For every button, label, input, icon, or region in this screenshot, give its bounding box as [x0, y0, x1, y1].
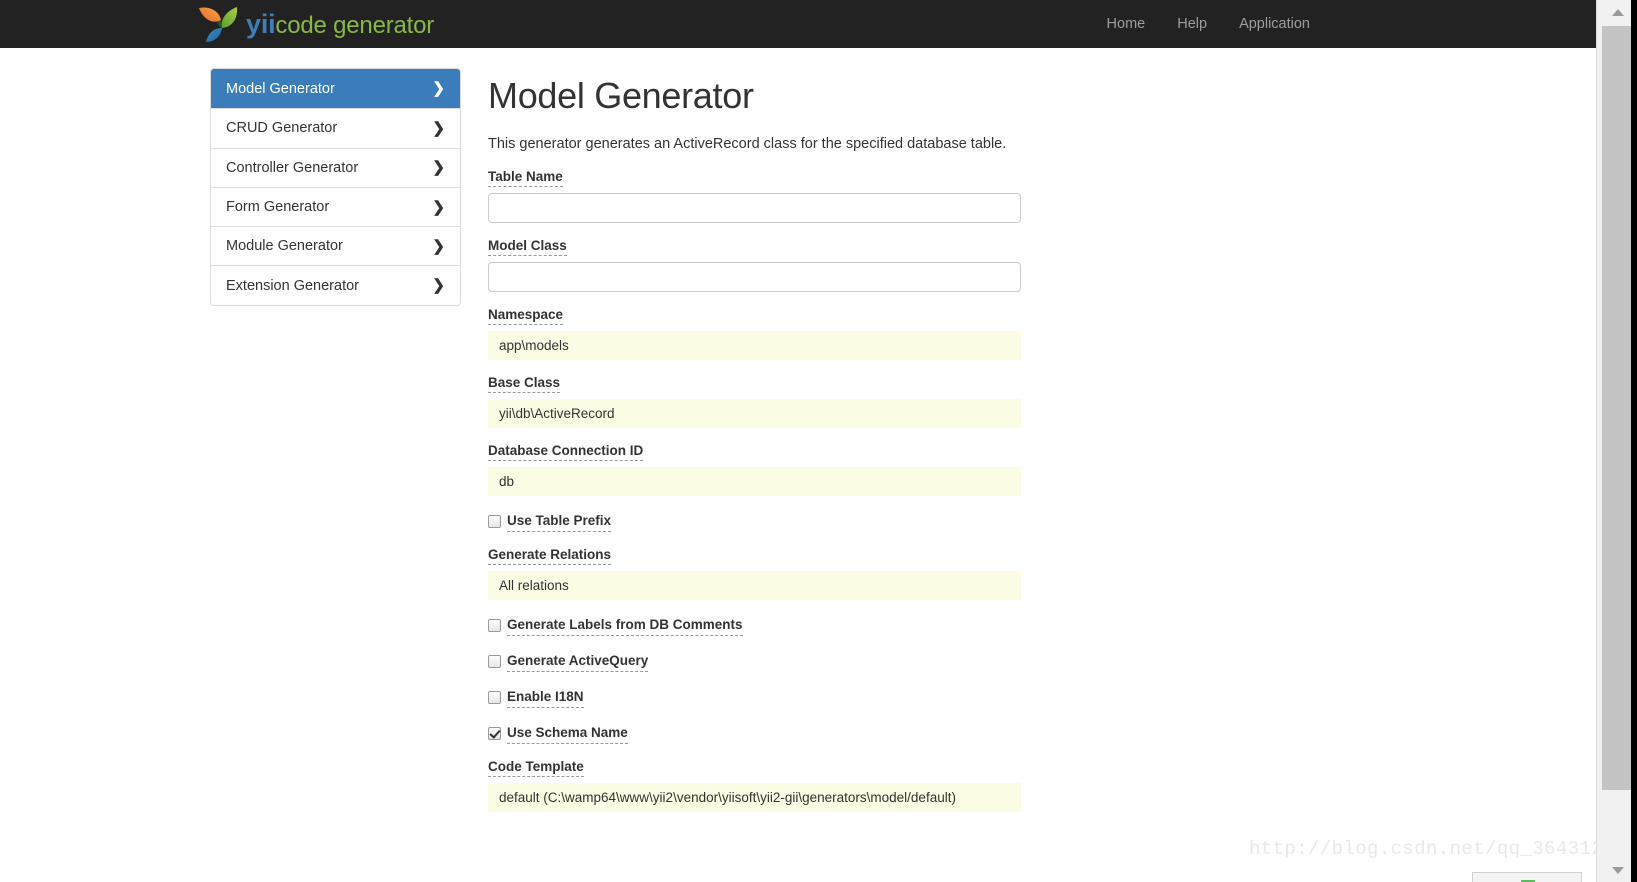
checkbox-row-use-table-prefix: Use Table Prefix	[488, 513, 1021, 532]
db-connection-id-input[interactable]	[488, 467, 1021, 496]
generate-activequery-checkbox[interactable]	[488, 655, 501, 668]
browser-page: yiicode generator Home Help Application …	[0, 0, 1637, 882]
sidebar-item-label: Controller Generator	[226, 159, 359, 176]
generate-labels-db-comments-checkbox[interactable]	[488, 619, 501, 632]
nav-link-help[interactable]: Help	[1161, 0, 1223, 48]
code-template-select[interactable]	[488, 783, 1021, 812]
chevron-right-icon: ❯	[432, 119, 445, 137]
brand-text: yiicode generator	[246, 8, 435, 39]
nav-link-home[interactable]: Home	[1091, 0, 1162, 48]
field-group-code-template: Code Template	[488, 758, 1021, 812]
arrow-up-icon	[1611, 8, 1624, 16]
sidebar-item-label: Form Generator	[226, 199, 330, 216]
namespace-input[interactable]	[488, 331, 1021, 360]
field-group-base-class: Base Class	[488, 374, 1021, 428]
field-group-model-class: Model Class	[488, 237, 1021, 292]
checkbox-row-generate-activequery: Generate ActiveQuery	[488, 653, 1021, 672]
sidebar-item-extension-generator[interactable]: Extension Generator ❯	[211, 265, 460, 305]
field-group-generate-relations: Generate Relations	[488, 546, 1021, 600]
sidebar-item-label: CRUD Generator	[226, 120, 338, 137]
chevron-right-icon: ❯	[432, 198, 445, 216]
nav-link-application[interactable]: Application	[1223, 0, 1326, 48]
label-use-table-prefix: Use Table Prefix	[507, 513, 612, 532]
chevron-right-icon: ❯	[432, 237, 445, 255]
table-name-input[interactable]	[488, 193, 1021, 223]
generator-form-panel: Model Generator This generator generates…	[488, 74, 1021, 812]
field-group-table-name: Table Name	[488, 168, 1021, 223]
label-code-template: Code Template	[488, 758, 584, 777]
yii-butterfly-logo-icon	[199, 7, 238, 42]
label-table-name: Table Name	[488, 168, 563, 187]
brand-tagline: code generator	[275, 11, 435, 39]
use-schema-name-checkbox[interactable]	[488, 727, 501, 740]
label-use-schema-name: Use Schema Name	[507, 725, 628, 744]
chevron-right-icon: ❯	[432, 277, 445, 295]
scrollbar-thumb[interactable]	[1602, 26, 1634, 790]
label-generate-labels-db-comments: Generate Labels from DB Comments	[507, 617, 743, 636]
sidebar-item-label: Extension Generator	[226, 277, 359, 294]
sidebar-item-label: Module Generator	[226, 238, 343, 255]
arrow-down-icon	[1611, 866, 1624, 874]
field-group-namespace: Namespace	[488, 306, 1021, 360]
navbar-links: Home Help Application	[1091, 0, 1326, 48]
checkbox-row-use-schema-name: Use Schema Name	[488, 725, 1021, 744]
checkbox-row-generate-labels-db-comments: Generate Labels from DB Comments	[488, 617, 1021, 636]
sidebar-item-label: Model Generator	[226, 80, 335, 97]
label-generate-activequery: Generate ActiveQuery	[507, 653, 649, 672]
sidebar-item-model-generator[interactable]: Model Generator ❯	[211, 69, 460, 109]
page-description: This generator generates an ActiveRecord…	[488, 136, 1007, 152]
generate-relations-select[interactable]	[488, 571, 1021, 600]
use-table-prefix-checkbox[interactable]	[488, 515, 501, 528]
label-base-class: Base Class	[488, 374, 561, 393]
top-navbar: yiicode generator Home Help Application	[0, 0, 1596, 48]
page-title: Model Generator	[488, 75, 754, 116]
window-right-edge	[1631, 0, 1637, 882]
watermark-text: http://blog.csdn.net/qq_36431213	[1249, 838, 1627, 860]
generator-sidebar: Model Generator ❯ CRUD Generator ❯ Contr…	[210, 68, 461, 306]
sidebar-item-controller-generator[interactable]: Controller Generator ❯	[211, 147, 460, 187]
chevron-right-icon: ❯	[432, 159, 445, 177]
label-generate-relations: Generate Relations	[488, 546, 612, 565]
label-namespace: Namespace	[488, 306, 564, 325]
sidebar-item-crud-generator[interactable]: CRUD Generator ❯	[211, 108, 460, 148]
chevron-right-icon: ❯	[432, 80, 445, 98]
sidebar-item-form-generator[interactable]: Form Generator ❯	[211, 186, 460, 227]
label-enable-i18n: Enable I18N	[507, 689, 584, 708]
brand-name: yii	[246, 8, 276, 39]
checkbox-row-enable-i18n: Enable I18N	[488, 689, 1021, 708]
label-db-connection-id: Database Connection ID	[488, 442, 644, 461]
base-class-input[interactable]	[488, 399, 1021, 428]
model-class-input[interactable]	[488, 262, 1021, 292]
debug-toolbar-peek[interactable]	[1472, 872, 1582, 882]
brand-logo-link[interactable]: yiicode generator	[196, 3, 434, 45]
field-group-db-connection-id: Database Connection ID	[488, 442, 1021, 496]
enable-i18n-checkbox[interactable]	[488, 691, 501, 704]
sidebar-item-module-generator[interactable]: Module Generator ❯	[211, 226, 460, 266]
label-model-class: Model Class	[488, 237, 567, 256]
